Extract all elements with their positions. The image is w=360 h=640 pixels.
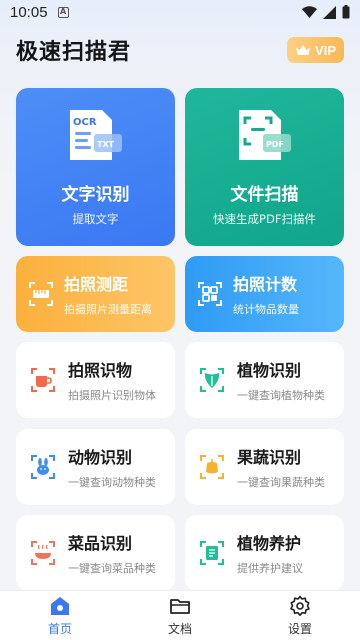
- folder-icon: [170, 598, 190, 614]
- photo-count-subtitle: 统计物品数量: [233, 303, 299, 316]
- status-bar: 10:05 A: [0, 0, 360, 24]
- crown-icon: [296, 45, 311, 55]
- nav-documents[interactable]: 文档: [120, 591, 240, 640]
- svg-text:PDF: PDF: [266, 140, 284, 149]
- text-recognition-subtitle: 提取文字: [72, 212, 119, 226]
- plant-recognition-title: 植物识别: [237, 361, 302, 380]
- photo-distance-title: 拍照测距: [64, 275, 129, 294]
- dish-recognition-subtitle: 一键查询菜品种类: [68, 562, 156, 575]
- gear-icon: [290, 595, 310, 616]
- fruit-veg-recognition-card[interactable]: 果蔬识别 一键查询果蔬种类: [185, 429, 344, 505]
- home-icon: [51, 596, 69, 615]
- bottom-nav: 首页 文档 设置: [0, 590, 360, 640]
- leaf-scan-icon: [200, 368, 224, 392]
- app-header: 极速扫描君 VIP: [16, 30, 344, 70]
- rabbit-scan-icon: [31, 455, 55, 479]
- text-recognition-card[interactable]: OCR TXT 文字识别 提取文字: [16, 88, 175, 246]
- plant-recognition-card[interactable]: 植物识别 一键查询植物种类: [185, 342, 344, 418]
- notification-icon: A: [57, 6, 69, 18]
- nav-settings[interactable]: 设置: [240, 591, 360, 640]
- animal-recognition-title: 动物识别: [68, 448, 133, 467]
- file-scan-subtitle: 快速生成PDF扫描件: [213, 212, 316, 226]
- battery-icon: [342, 5, 350, 19]
- animal-recognition-subtitle: 一键查询动物种类: [68, 476, 156, 489]
- qr-count-icon: [198, 282, 222, 306]
- photo-distance-card[interactable]: 拍照测距 拍摄照片测量距离: [16, 256, 175, 332]
- svg-text:OCR: OCR: [73, 117, 97, 128]
- animal-recognition-card[interactable]: 动物识别 一键查询动物种类: [16, 429, 175, 505]
- file-scan-card[interactable]: PDF 文件扫描 快速生成PDF扫描件: [185, 88, 344, 246]
- plant-care-title: 植物养护: [237, 534, 302, 553]
- nav-home[interactable]: 首页: [0, 591, 120, 640]
- photo-count-card[interactable]: 拍照计数 统计物品数量: [185, 256, 344, 332]
- svg-text:TXT: TXT: [97, 140, 115, 149]
- fruit-scan-icon: [200, 455, 224, 479]
- signal-icon: [323, 5, 336, 19]
- plant-recognition-subtitle: 一键查询植物种类: [237, 389, 325, 402]
- object-recognition-title: 拍照识物: [68, 361, 133, 380]
- photo-count-title: 拍照计数: [233, 275, 298, 294]
- file-scan-title: 文件扫描: [230, 185, 299, 205]
- nav-settings-label: 设置: [287, 621, 312, 636]
- dish-recognition-title: 菜品识别: [68, 534, 133, 553]
- pdf-scan-icon: PDF: [238, 110, 291, 160]
- ruler-scan-icon: [29, 282, 53, 306]
- plant-care-card[interactable]: 植物养护 提供养护建议: [185, 515, 344, 591]
- vip-button[interactable]: VIP: [287, 37, 344, 63]
- nav-home-label: 首页: [47, 621, 72, 636]
- dish-scan-icon: [31, 541, 55, 565]
- cup-scan-icon: [31, 368, 55, 392]
- app-title: 极速扫描君: [16, 40, 132, 65]
- plant-care-subtitle: 提供养护建议: [237, 562, 303, 575]
- fruit-veg-recognition-title: 果蔬识别: [237, 448, 302, 467]
- wifi-icon: [302, 5, 317, 18]
- ocr-txt-icon: OCR TXT: [69, 110, 122, 160]
- status-time: 10:05: [10, 3, 48, 21]
- text-recognition-title: 文字识别: [61, 185, 130, 205]
- photo-distance-subtitle: 拍摄照片测量距离: [64, 303, 152, 316]
- dish-recognition-card[interactable]: 菜品识别 一键查询菜品种类: [16, 515, 175, 591]
- object-recognition-card[interactable]: 拍照识物 拍摄照片识别物体: [16, 342, 175, 418]
- fruit-veg-recognition-subtitle: 一键查询果蔬种类: [237, 476, 325, 489]
- vip-label: VIP: [315, 42, 336, 58]
- nav-documents-label: 文档: [167, 621, 192, 636]
- plant-care-scan-icon: [200, 541, 224, 565]
- object-recognition-subtitle: 拍摄照片识别物体: [68, 389, 156, 402]
